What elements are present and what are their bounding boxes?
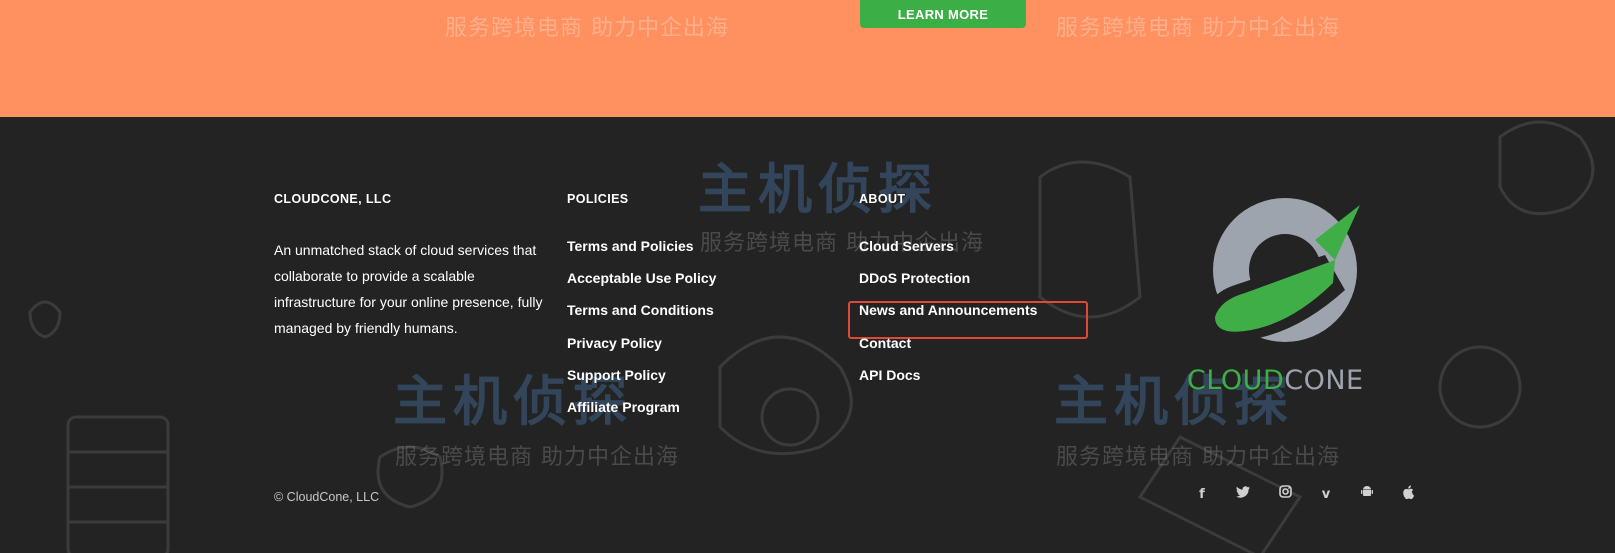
watermark-slogan: 服务跨境电商 助力中企出海 — [1056, 16, 1340, 41]
link-cloud-servers[interactable]: Cloud Servers — [859, 238, 954, 254]
copyright: © CloudCone, LLC — [274, 490, 380, 504]
about-title: ABOUT — [859, 192, 906, 206]
link-api-docs[interactable]: API Docs — [859, 367, 920, 383]
hero-bottom-band: 服务跨境电商 助力中企出海 服务跨境电商 助力中企出海 LEARN MORE — [0, 0, 1615, 117]
link-acceptable-use-policy[interactable]: Acceptable Use Policy — [567, 270, 716, 286]
learn-more-button[interactable]: LEARN MORE — [860, 0, 1026, 28]
link-privacy-policy[interactable]: Privacy Policy — [567, 335, 662, 351]
apple-icon[interactable] — [1398, 485, 1418, 505]
link-news-and-announcements[interactable]: News and Announcements — [859, 302, 1037, 318]
company-title: CLOUDCONE, LLC — [274, 192, 392, 206]
link-ddos-protection[interactable]: DDoS Protection — [859, 270, 970, 286]
link-support-policy[interactable]: Support Policy — [567, 367, 666, 383]
cloudcone-logo-icon — [1206, 198, 1360, 342]
facebook-icon[interactable]: f — [1192, 485, 1212, 505]
instagram-icon[interactable] — [1275, 485, 1295, 505]
logo-wordmark-part2: CONE — [1284, 365, 1364, 396]
android-icon[interactable] — [1357, 485, 1377, 505]
link-contact[interactable]: Contact — [859, 335, 911, 351]
footer: 主机侦探 服务跨境电商 助力中企出海 主机侦探 服务跨境电商 助力中企出海 主机… — [0, 117, 1615, 553]
logo-wordmark: CLOUDCONE — [1187, 365, 1364, 396]
watermark-slogan: 服务跨境电商 助力中企出海 — [445, 16, 729, 41]
vimeo-icon[interactable]: v — [1316, 485, 1336, 505]
policies-title: POLICIES — [567, 192, 629, 206]
company-description: An unmatched stack of cloud services tha… — [274, 242, 543, 336]
link-terms-and-conditions[interactable]: Terms and Conditions — [567, 302, 714, 318]
link-terms-and-policies[interactable]: Terms and Policies — [567, 238, 694, 254]
twitter-icon[interactable] — [1233, 485, 1253, 505]
logo-wordmark-part1: CLOUD — [1187, 365, 1285, 396]
link-affiliate-program[interactable]: Affiliate Program — [567, 399, 680, 415]
